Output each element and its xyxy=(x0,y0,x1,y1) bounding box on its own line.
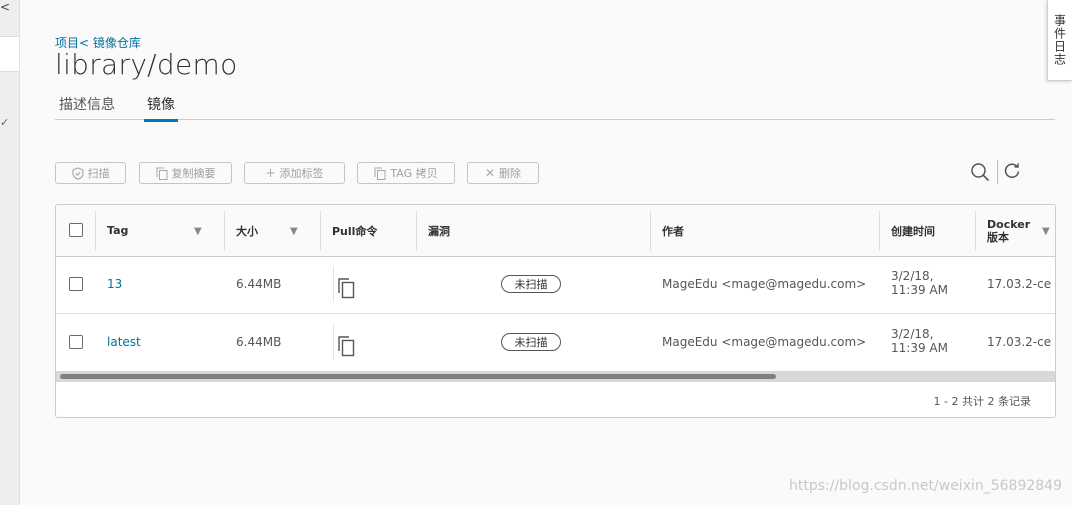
scan-button[interactable]: 扫描 xyxy=(55,162,126,184)
tab-info[interactable]: 描述信息 xyxy=(59,94,115,119)
table-row[interactable]: latest 6.44MB 未扫描 MageEdu <mage@magedu.c… xyxy=(56,314,1055,372)
column-vulnerability[interactable]: 漏洞 xyxy=(416,205,650,256)
column-tag-label: Tag xyxy=(107,224,129,237)
column-size[interactable]: 大小 xyxy=(224,205,320,256)
tag-copy-label: TAG 拷贝 xyxy=(390,167,438,180)
docker-version-value: 17.03.2-ce xyxy=(987,277,1052,291)
add-label-button[interactable]: + 添加标签 xyxy=(244,162,345,184)
column-pull[interactable]: Pull命令 xyxy=(320,205,416,256)
delete-label: 删除 xyxy=(499,167,522,180)
author-value: MageEdu <mage@magedu.com> xyxy=(662,335,867,349)
image-table: Tag ▼ 大小 ▼ Pull命令 漏洞 作者 创建时间 Docker 版本 ▼ … xyxy=(55,204,1056,418)
column-size-label: 大小 xyxy=(236,224,258,238)
scrollbar-thumb[interactable] xyxy=(60,374,776,379)
created-time: 11:39 AM xyxy=(891,283,948,297)
vulnerability-badge: 未扫描 xyxy=(501,333,561,351)
created-date: 3/2/18, xyxy=(891,327,934,341)
cell-divider xyxy=(333,324,334,360)
nav-selected-item[interactable] xyxy=(0,36,19,72)
cell-divider xyxy=(333,266,334,302)
column-created[interactable]: 创建时间 xyxy=(879,205,975,256)
select-all-checkbox[interactable] xyxy=(69,223,83,237)
filter-icon[interactable]: ▼ xyxy=(194,226,202,237)
horizontal-scrollbar[interactable] xyxy=(56,371,1055,382)
tab-images[interactable]: 镜像 xyxy=(144,94,178,122)
column-author-label: 作者 xyxy=(662,224,684,238)
copy-pull-command-icon[interactable] xyxy=(336,334,358,358)
column-vuln-label: 漏洞 xyxy=(428,224,450,238)
created-time: 11:39 AM xyxy=(891,341,948,355)
copy-icon xyxy=(374,167,386,180)
plus-icon: + xyxy=(265,166,276,180)
event-log-tab[interactable]: 事件日志 xyxy=(1047,0,1072,81)
tag-link[interactable]: 13 xyxy=(107,277,122,291)
refresh-icon[interactable] xyxy=(1003,162,1021,180)
search-icon[interactable] xyxy=(970,162,990,182)
copy-digest-label: 复制摘要 xyxy=(171,167,216,180)
copy-pull-command-icon[interactable] xyxy=(336,276,358,300)
column-docker-label-2: 版本 xyxy=(987,230,1009,244)
docker-version-value: 17.03.2-ce xyxy=(987,335,1052,349)
row-checkbox[interactable] xyxy=(69,277,83,291)
vulnerability-badge: 未扫描 xyxy=(501,275,561,293)
author-value: MageEdu <mage@magedu.com> xyxy=(662,277,867,291)
column-docker-label-1: Docker xyxy=(987,217,1031,231)
copy-icon xyxy=(156,167,167,180)
column-created-label: 创建时间 xyxy=(891,224,935,238)
row-checkbox[interactable] xyxy=(69,335,83,349)
event-log-label: 事件日志 xyxy=(1052,14,1067,66)
copy-digest-button[interactable]: 复制摘要 xyxy=(139,162,232,184)
close-icon: ✕ xyxy=(484,166,496,180)
tab-bar: 描述信息 镜像 xyxy=(55,92,1055,122)
table-row[interactable]: 13 6.44MB 未扫描 MageEdu <mage@magedu.com> … xyxy=(56,256,1055,314)
toolbar-divider xyxy=(997,160,998,184)
tag-link[interactable]: latest xyxy=(107,335,141,349)
created-value: 3/2/18, 11:39 AM xyxy=(891,269,948,297)
chevron-icon[interactable]: ✓ xyxy=(0,116,9,129)
delete-button[interactable]: ✕ 删除 xyxy=(467,162,539,184)
column-author[interactable]: 作者 xyxy=(650,205,879,256)
add-label-label: 添加标签 xyxy=(279,167,324,180)
page-title: library/demo xyxy=(55,48,238,81)
size-value: 6.44MB xyxy=(236,335,282,349)
collapse-nav-icon[interactable]: < xyxy=(0,0,10,14)
created-date: 3/2/18, xyxy=(891,269,934,283)
tag-copy-button[interactable]: TAG 拷贝 xyxy=(357,162,455,184)
filter-icon[interactable]: ▼ xyxy=(1042,226,1050,237)
column-tag[interactable]: Tag xyxy=(95,205,224,256)
column-pull-label: Pull命令 xyxy=(332,224,378,238)
shield-icon xyxy=(71,166,84,180)
scan-label: 扫描 xyxy=(87,167,110,180)
table-header: Tag ▼ 大小 ▼ Pull命令 漏洞 作者 创建时间 Docker 版本 ▼ xyxy=(56,205,1055,257)
watermark: https://blog.csdn.net/weixin_56892849 xyxy=(788,478,1062,494)
filter-icon[interactable]: ▼ xyxy=(290,226,298,237)
created-value: 3/2/18, 11:39 AM xyxy=(891,327,948,355)
pagination-summary: 1 - 2 共计 2 条记录 xyxy=(933,395,1031,408)
size-value: 6.44MB xyxy=(236,277,282,291)
left-nav: < ✓ xyxy=(0,0,20,505)
